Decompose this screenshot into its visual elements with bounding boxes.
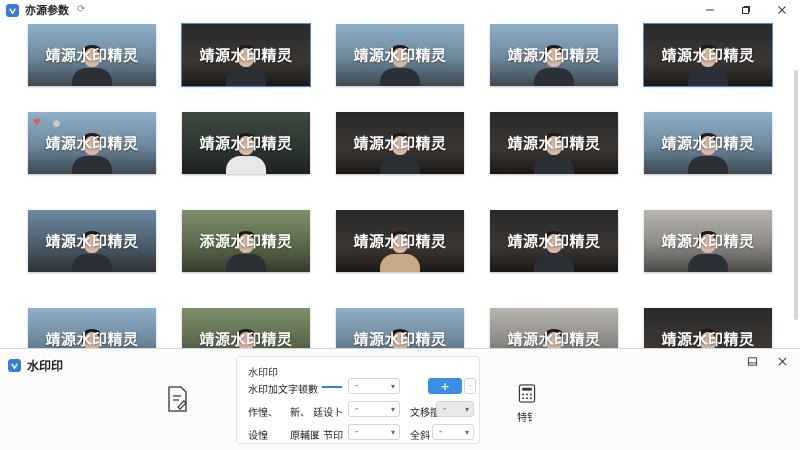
- image-thumbnail[interactable]: 靖源水印精灵: [644, 308, 772, 348]
- panel-logo-icon: [8, 359, 21, 372]
- watermark-text: 靖源水印精灵: [507, 134, 601, 153]
- image-thumbnail[interactable]: 靖源水印精灵: [643, 23, 773, 87]
- watermark-text: 靖源水印精灵: [661, 232, 755, 251]
- edit-document-icon[interactable]: [164, 384, 190, 414]
- minimize-button[interactable]: [692, 0, 728, 20]
- dot-icon[interactable]: [53, 120, 61, 127]
- image-thumbnail[interactable]: 靖源水印精灵: [28, 210, 156, 272]
- special-tool-label: 特钅: [517, 413, 537, 424]
- refresh-icon[interactable]: ⟳: [77, 5, 87, 15]
- watermark-text: 靖源水印精灵: [353, 232, 447, 251]
- close-button[interactable]: [764, 0, 800, 20]
- watermark-text: 添源水印精灵: [199, 232, 293, 251]
- image-thumbnail[interactable]: 靖源水印精灵: [336, 308, 464, 348]
- chevron-down-icon: ▾: [390, 428, 395, 437]
- add-button[interactable]: +: [428, 378, 462, 394]
- watermark-text: 靖源水印精灵: [661, 46, 755, 65]
- image-thumbnail[interactable]: 靖源水印精灵: [336, 112, 464, 174]
- author-label: 作惶、: [248, 408, 278, 419]
- image-thumbnail[interactable]: 靖源水印精灵: [490, 308, 618, 348]
- panel-window-icon[interactable]: [744, 353, 760, 369]
- watermark-text: 靖源水印精灵: [353, 46, 447, 65]
- image-thumbnail[interactable]: 靖源水印精灵: [644, 210, 772, 272]
- app-logo-icon: [6, 3, 19, 17]
- text-count-label: 水印加文字顿數: [248, 385, 318, 396]
- form-section-title: 水印印: [248, 368, 278, 379]
- watermark-text: 靖源水印精灵: [353, 134, 447, 153]
- image-thumbnail[interactable]: 靖源水印精灵: [28, 308, 156, 348]
- panel-controls: [744, 353, 790, 369]
- image-thumbnail[interactable]: 靖源水印精灵: [490, 210, 618, 272]
- position-select[interactable]: - ▾: [348, 401, 400, 417]
- image-thumbnail[interactable]: 靖源水印精灵: [336, 210, 464, 272]
- thumbnail-actions: ♥: [33, 119, 61, 128]
- image-thumbnail[interactable]: 添源水印精灵: [182, 210, 310, 272]
- watermark-text: 靖源水印精灵: [199, 330, 293, 349]
- watermark-text: 靖源水印精灵: [199, 134, 293, 153]
- watermark-text: 靖源水印精灵: [661, 330, 755, 349]
- heart-icon[interactable]: ♥: [33, 119, 41, 128]
- source-label: 原輔匽 节印: [290, 431, 344, 442]
- image-thumbnail[interactable]: 靖源水印精灵: [336, 24, 464, 86]
- image-thumbnail[interactable]: 靖源水印精灵: [490, 24, 618, 86]
- watermark-text: 靖源水印精灵: [661, 134, 755, 153]
- watermark-text: 靖源水印精灵: [199, 46, 293, 65]
- tilt-select[interactable]: - ▾: [432, 424, 474, 440]
- image-thumbnail[interactable]: 靖源水印精灵: [182, 308, 310, 348]
- title-bar: 亦源参数 ⟳: [0, 0, 800, 20]
- panel-title: 水印印: [27, 359, 64, 373]
- panel-close-icon[interactable]: [774, 353, 790, 369]
- gallery-scrollbar[interactable]: [794, 70, 798, 320]
- watermark-text: 靖源水印精灵: [353, 330, 447, 349]
- position-label: 新、 廷设卜: [290, 408, 344, 419]
- watermark-text: 靖源水印精灵: [507, 330, 601, 349]
- image-gallery: 靖源水印精灵 靖源水印精灵 靖源水印精灵 靖源水印精灵 靖源水印精灵 靖源水印精…: [0, 20, 800, 348]
- image-thumbnail[interactable]: 靖源水印精灵: [644, 112, 772, 174]
- watermark-text: 靖源水印精灵: [45, 330, 139, 349]
- settings-label: 设惶: [248, 431, 268, 442]
- app-title: 亦源参数: [25, 4, 69, 17]
- panel-header: 水印印: [8, 357, 63, 374]
- window-controls: [692, 0, 800, 20]
- chevron-down-icon: ▾: [390, 382, 395, 391]
- stepper-button[interactable]: -: [464, 378, 476, 394]
- chevron-down-icon: ▾: [390, 405, 395, 414]
- image-thumbnail[interactable]: 靖源水印精灵: [182, 112, 310, 174]
- watermark-text: 靖源水印精灵: [45, 134, 139, 153]
- source-select[interactable]: - ▾: [348, 424, 400, 440]
- watermark-text: 靖源水印精灵: [45, 46, 139, 65]
- calculator-icon: [518, 384, 536, 403]
- chevron-down-icon: ▾: [464, 428, 469, 437]
- chevron-down-icon: ▾: [464, 405, 469, 414]
- text-count-select[interactable]: - ▾: [348, 378, 400, 394]
- image-thumbnail[interactable]: 靖源水印精灵: [181, 23, 311, 87]
- image-thumbnail[interactable]: 靖源水印精灵: [28, 24, 156, 86]
- special-tool[interactable]: 特钅: [514, 384, 540, 424]
- watermark-text: 靖源水印精灵: [507, 232, 601, 251]
- watermark-text: 靖源水印精灵: [45, 232, 139, 251]
- tilt-label: 全斜: [410, 431, 430, 442]
- restore-button[interactable]: [728, 0, 764, 20]
- watermark-text: 靖源水印精灵: [507, 46, 601, 65]
- image-thumbnail[interactable]: 靖源水印精灵: [490, 112, 618, 174]
- text-style-select[interactable]: - ▾: [436, 401, 474, 417]
- slider-track[interactable]: [322, 386, 342, 388]
